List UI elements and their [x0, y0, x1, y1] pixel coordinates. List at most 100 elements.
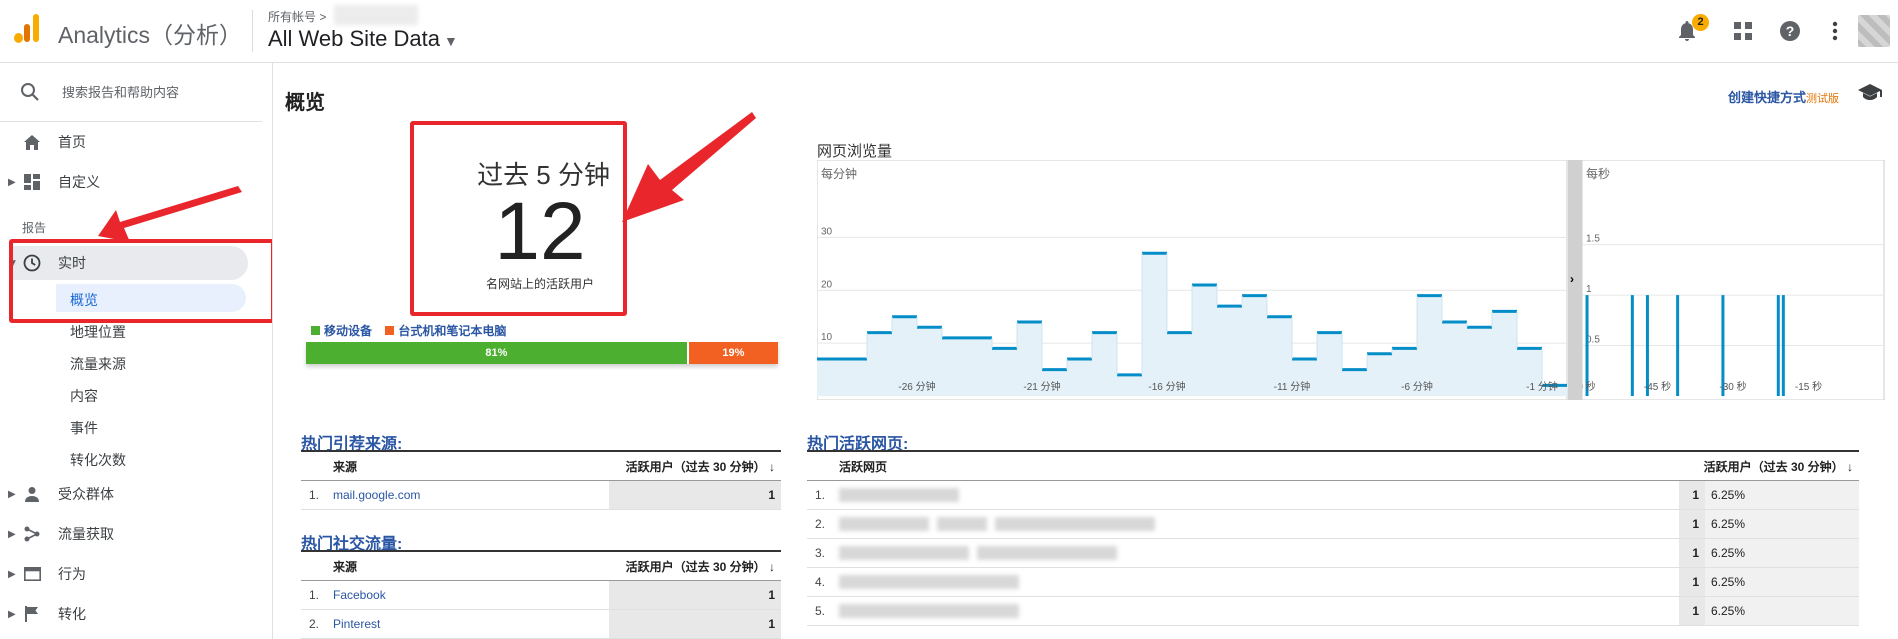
more-vert-icon[interactable]: [1820, 16, 1850, 46]
sidebar-subitem-conversions[interactable]: 转化次数: [70, 450, 126, 470]
row-number: 1.: [807, 480, 833, 510]
table-row: 5. 1 6.25%: [807, 596, 1859, 626]
sidebar-item-label: 流量获取: [58, 526, 114, 542]
home-icon: [22, 132, 42, 152]
behavior-icon: [22, 564, 42, 584]
sort-down-icon: ↓: [769, 459, 775, 474]
chart-splitter[interactable]: ›: [1568, 160, 1582, 400]
active-users-value: 1: [1679, 538, 1705, 568]
col-active-users-label: 活跃用户（过去 30 分钟）: [625, 459, 766, 474]
chevron-right-icon: ▶: [8, 568, 16, 580]
sidebar-item-behavior[interactable]: ▶ 行为: [0, 558, 270, 590]
active-users-value: 1: [1679, 480, 1705, 510]
chart-frame: [1582, 160, 1885, 400]
sidebar-item-conversions[interactable]: ▶ 转化: [0, 598, 270, 630]
col-active-users-label: 活跃用户（过去 30 分钟）: [1703, 459, 1844, 474]
notification-count-badge: 2: [1692, 14, 1709, 31]
sidebar-subitem-content[interactable]: 内容: [70, 386, 98, 406]
y-tick-label: 1: [1586, 284, 1592, 295]
account-name-redacted: [334, 5, 418, 25]
device-split-bar: 81% 19%: [306, 342, 778, 364]
col-active-users[interactable]: 活跃用户（过去 30 分钟） ↓: [609, 450, 781, 481]
search-input[interactable]: 搜索报告和帮助内容: [62, 82, 179, 101]
row-number: 5.: [807, 596, 833, 626]
desktop-legend-label: 台式机和笔记本电脑: [398, 324, 507, 338]
sidebar-subitem-traffic-sources[interactable]: 流量来源: [70, 354, 126, 374]
desktop-segment[interactable]: 19%: [686, 342, 778, 364]
chevron-right-icon: ▶: [8, 176, 16, 188]
search-icon[interactable]: [20, 82, 40, 107]
x-tick-label: -16 分钟: [1148, 380, 1185, 393]
col-active-users[interactable]: 活跃用户（过去 30 分钟） ↓: [609, 550, 781, 581]
svg-text:?: ?: [1786, 23, 1795, 39]
annotation-arrow-main: [622, 112, 756, 222]
table-row: 4. 1 6.25%: [807, 567, 1859, 597]
table-row: 1. Facebook 1: [301, 580, 781, 610]
graduation-cap-icon[interactable]: [1858, 83, 1882, 106]
x-tick-label: -45 秒: [1644, 380, 1671, 393]
page-path-redacted[interactable]: [833, 480, 1679, 510]
y-tick-label: 20: [821, 279, 833, 290]
row-number: 4.: [807, 567, 833, 597]
source-link[interactable]: Pinterest: [327, 609, 609, 639]
device-legend: 移动设备 台式机和笔记本电脑: [311, 322, 506, 339]
sidebar-subitem-events[interactable]: 事件: [70, 418, 98, 438]
sidebar-item-home[interactable]: 首页: [0, 126, 270, 158]
create-shortcut-link[interactable]: 创建快捷方式: [1728, 90, 1806, 105]
pages-table: 活跃网页 活跃用户（过去 30 分钟） ↓ 1. 1 6.25% 2. 1 6.…: [807, 450, 1859, 626]
active-users-value: 1: [1679, 509, 1705, 539]
top-header: Analytics（分析） 所有帐号 > All Web Site Data ▼ …: [0, 0, 1898, 63]
apps-grid-icon[interactable]: [1728, 16, 1758, 46]
mobile-segment[interactable]: 81%: [306, 342, 687, 364]
pageviews-per-second-chart: 每秒0.511.5-60 秒-45 秒-30 秒-15 秒: [1582, 160, 1885, 400]
view-selector[interactable]: All Web Site Data ▼: [268, 26, 458, 52]
app-title: Analytics（分析）: [58, 22, 243, 48]
source-link[interactable]: mail.google.com: [327, 480, 609, 510]
sidebar-subitem-locations[interactable]: 地理位置: [70, 322, 126, 342]
row-number: 3.: [807, 538, 833, 568]
sidebar-item-acquisition[interactable]: ▶ 流量获取: [0, 518, 270, 550]
page-path-redacted[interactable]: [833, 567, 1679, 597]
sidebar-item-label: 行为: [58, 566, 86, 582]
y-tick-label: 30: [821, 226, 833, 237]
page-path-redacted[interactable]: [833, 509, 1679, 539]
breadcrumb[interactable]: 所有帐号 >: [268, 8, 326, 25]
row-number: 2.: [301, 609, 327, 639]
page-path-redacted[interactable]: [833, 538, 1679, 568]
mobile-legend-label: 移动设备: [324, 324, 373, 338]
dashboard-icon: [22, 172, 42, 192]
table-row: 3. 1 6.25%: [807, 538, 1859, 568]
x-tick-label: -30 秒: [1719, 380, 1746, 393]
col-source[interactable]: 来源: [327, 550, 609, 581]
x-tick-label: -6 分钟: [1401, 380, 1433, 393]
help-icon[interactable]: ?: [1775, 16, 1805, 46]
chevron-right-icon: ›: [1570, 272, 1574, 286]
col-active-users[interactable]: 活跃用户（过去 30 分钟） ↓: [1679, 450, 1859, 481]
flag-icon: [22, 604, 42, 624]
col-page[interactable]: 活跃网页: [833, 450, 1679, 481]
desktop-legend-swatch: [385, 326, 395, 335]
source-link[interactable]: Facebook: [327, 580, 609, 610]
referrals-table: 来源 活跃用户（过去 30 分钟） ↓ 1. mail.google.com 1: [301, 450, 781, 510]
active-users-value: 1: [1679, 596, 1705, 626]
percentage-value: 6.25%: [1705, 596, 1859, 626]
col-source[interactable]: 来源: [327, 450, 609, 481]
percentage-value: 6.25%: [1705, 538, 1859, 568]
row-number: 2.: [807, 509, 833, 539]
page-path-redacted[interactable]: [833, 596, 1679, 626]
sidebar-item-label: 受众群体: [58, 486, 114, 502]
sidebar-item-label: 首页: [58, 134, 86, 150]
person-icon: [22, 484, 42, 504]
header-divider: [252, 10, 253, 52]
table-header-row: 来源 活跃用户（过去 30 分钟） ↓: [301, 450, 781, 481]
sidebar-divider: [0, 121, 262, 122]
x-tick-label: -11 分钟: [1274, 380, 1311, 393]
reports-section-label: 报告: [22, 221, 47, 235]
sidebar-item-audience[interactable]: ▶ 受众群体: [0, 478, 270, 510]
active-users-value: 1: [609, 609, 781, 639]
y-tick-label: 1.5: [1586, 234, 1600, 245]
beta-label: 测试版: [1806, 93, 1840, 105]
avatar[interactable]: [1858, 15, 1890, 47]
sort-down-icon: ↓: [769, 559, 775, 574]
y-tick-label: 10: [821, 332, 833, 343]
